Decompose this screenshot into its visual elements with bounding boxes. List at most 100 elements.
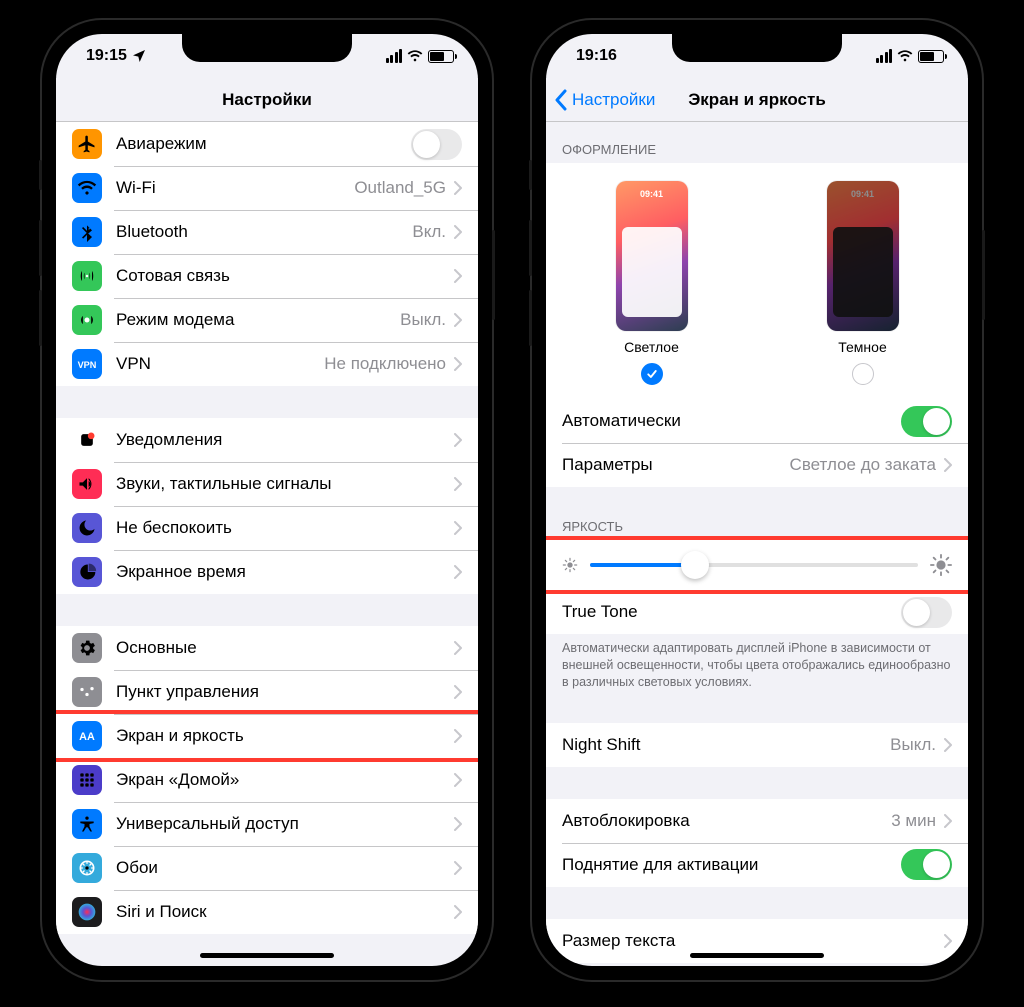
- airplane-icon: [72, 129, 102, 159]
- row-truetone[interactable]: True Tone: [546, 590, 968, 634]
- row-label: Размер текста: [562, 931, 944, 951]
- row-label: Автоблокировка: [562, 811, 891, 831]
- slider-knob[interactable]: [681, 551, 709, 579]
- settings-row-notifications[interactable]: Уведомления: [56, 418, 478, 462]
- row-label: Автоматически: [562, 411, 901, 431]
- row-detail: Не подключено: [324, 354, 446, 374]
- settings-row-accessibility[interactable]: Универсальный доступ: [56, 802, 478, 846]
- settings-row-dnd[interactable]: Не беспокоить: [56, 506, 478, 550]
- row-label: Siri и Поиск: [116, 902, 454, 922]
- row-detail: Светлое до заката: [790, 455, 936, 475]
- row-nightshift[interactable]: Night Shift Выкл.: [546, 723, 968, 767]
- settings-row-airplane[interactable]: Авиарежим: [56, 122, 478, 166]
- row-label: Универсальный доступ: [116, 814, 454, 834]
- home-icon: [72, 765, 102, 795]
- brightness-slider[interactable]: [590, 563, 918, 567]
- status-time: 19:16: [576, 47, 617, 65]
- row-label: Экран «Домой»: [116, 770, 454, 790]
- radio-light[interactable]: [641, 363, 663, 385]
- wallpaper-icon: [72, 853, 102, 883]
- toggle-airplane[interactable]: [411, 129, 462, 160]
- page-title: Настройки: [222, 90, 312, 110]
- settings-row-screentime[interactable]: Экранное время: [56, 550, 478, 594]
- wifi-icon: [897, 48, 913, 64]
- location-icon: [131, 48, 147, 64]
- toggle-truetone[interactable]: [901, 597, 952, 628]
- phone-left: 19:15 Настройки Авиарежим Wi-FiOutland_5G…: [42, 20, 492, 980]
- toggle-raise[interactable]: [901, 849, 952, 880]
- row-label: Wi-Fi: [116, 178, 354, 198]
- settings-row-control[interactable]: Пункт управления: [56, 670, 478, 714]
- chevron-right-icon: [454, 685, 462, 699]
- settings-row-wallpaper[interactable]: Обои: [56, 846, 478, 890]
- sun-small-icon: [562, 557, 578, 573]
- row-autolock[interactable]: Автоблокировка 3 мин: [546, 799, 968, 843]
- chevron-right-icon: [454, 357, 462, 371]
- chevron-right-icon: [454, 729, 462, 743]
- settings-row-wifi[interactable]: Wi-FiOutland_5G: [56, 166, 478, 210]
- settings-row-hotspot[interactable]: Режим модемаВыкл.: [56, 298, 478, 342]
- chevron-right-icon: [454, 565, 462, 579]
- appearance-light-label: Светлое: [624, 339, 679, 355]
- cellular-signal-icon: [386, 49, 403, 63]
- appearance-picker: 09:41 Светлое 09:41 Темное: [546, 163, 968, 399]
- row-label: Не беспокоить: [116, 518, 454, 538]
- settings-row-bluetooth[interactable]: BluetoothВкл.: [56, 210, 478, 254]
- dnd-icon: [72, 513, 102, 543]
- settings-row-general[interactable]: Основные: [56, 626, 478, 670]
- row-detail: Вкл.: [412, 222, 446, 242]
- chevron-right-icon: [454, 641, 462, 655]
- row-automatic[interactable]: Автоматически: [546, 399, 968, 443]
- chevron-right-icon: [454, 433, 462, 447]
- home-indicator[interactable]: [690, 953, 824, 958]
- page-title: Экран и яркость: [688, 90, 826, 110]
- settings-row-home[interactable]: Экран «Домой»: [56, 758, 478, 802]
- sun-large-icon: [930, 554, 952, 576]
- appearance-dark-option[interactable]: 09:41 Темное: [827, 181, 899, 385]
- back-button[interactable]: Настройки: [554, 89, 655, 111]
- vpn-icon: VPN: [72, 349, 102, 379]
- hotspot-icon: [72, 305, 102, 335]
- appearance-light-option[interactable]: 09:41 Светлое: [616, 181, 688, 385]
- settings-row-siri[interactable]: Siri и Поиск: [56, 890, 478, 934]
- row-label: Авиарежим: [116, 134, 411, 154]
- chevron-right-icon: [454, 905, 462, 919]
- sounds-icon: [72, 469, 102, 499]
- settings-row-vpn[interactable]: VPNVPNНе подключено: [56, 342, 478, 386]
- screentime-icon: [72, 557, 102, 587]
- row-detail: Выкл.: [890, 735, 936, 755]
- brightness-slider-row: [546, 540, 968, 590]
- row-label: Bluetooth: [116, 222, 412, 242]
- settings-row-cellular[interactable]: Сотовая связь: [56, 254, 478, 298]
- row-raise-to-wake[interactable]: Поднятие для активации: [546, 843, 968, 887]
- chevron-right-icon: [944, 934, 952, 948]
- svg-text:AA: AA: [79, 731, 95, 743]
- row-detail: Выкл.: [400, 310, 446, 330]
- control-icon: [72, 677, 102, 707]
- row-label: Режим модема: [116, 310, 400, 330]
- chevron-right-icon: [454, 861, 462, 875]
- cellular-signal-icon: [876, 49, 893, 63]
- radio-dark[interactable]: [852, 363, 874, 385]
- home-indicator[interactable]: [200, 953, 334, 958]
- row-label: True Tone: [562, 602, 901, 622]
- status-time: 19:15: [86, 47, 127, 65]
- chevron-right-icon: [454, 477, 462, 491]
- row-label: Уведомления: [116, 430, 454, 450]
- chevron-right-icon: [944, 814, 952, 828]
- chevron-right-icon: [944, 458, 952, 472]
- section-header-brightness: ЯРКОСТЬ: [546, 519, 968, 540]
- chevron-right-icon: [454, 773, 462, 787]
- row-detail: 3 мин: [891, 811, 936, 831]
- settings-row-display[interactable]: AAЭкран и яркость: [56, 714, 478, 758]
- battery-icon: [918, 50, 944, 63]
- chevron-right-icon: [454, 225, 462, 239]
- chevron-right-icon: [944, 738, 952, 752]
- row-label: Поднятие для активации: [562, 855, 901, 875]
- settings-row-sounds[interactable]: Звуки, тактильные сигналы: [56, 462, 478, 506]
- cellular-icon: [72, 261, 102, 291]
- toggle-automatic[interactable]: [901, 406, 952, 437]
- back-label: Настройки: [572, 90, 655, 110]
- accessibility-icon: [72, 809, 102, 839]
- row-options[interactable]: Параметры Светлое до заката: [546, 443, 968, 487]
